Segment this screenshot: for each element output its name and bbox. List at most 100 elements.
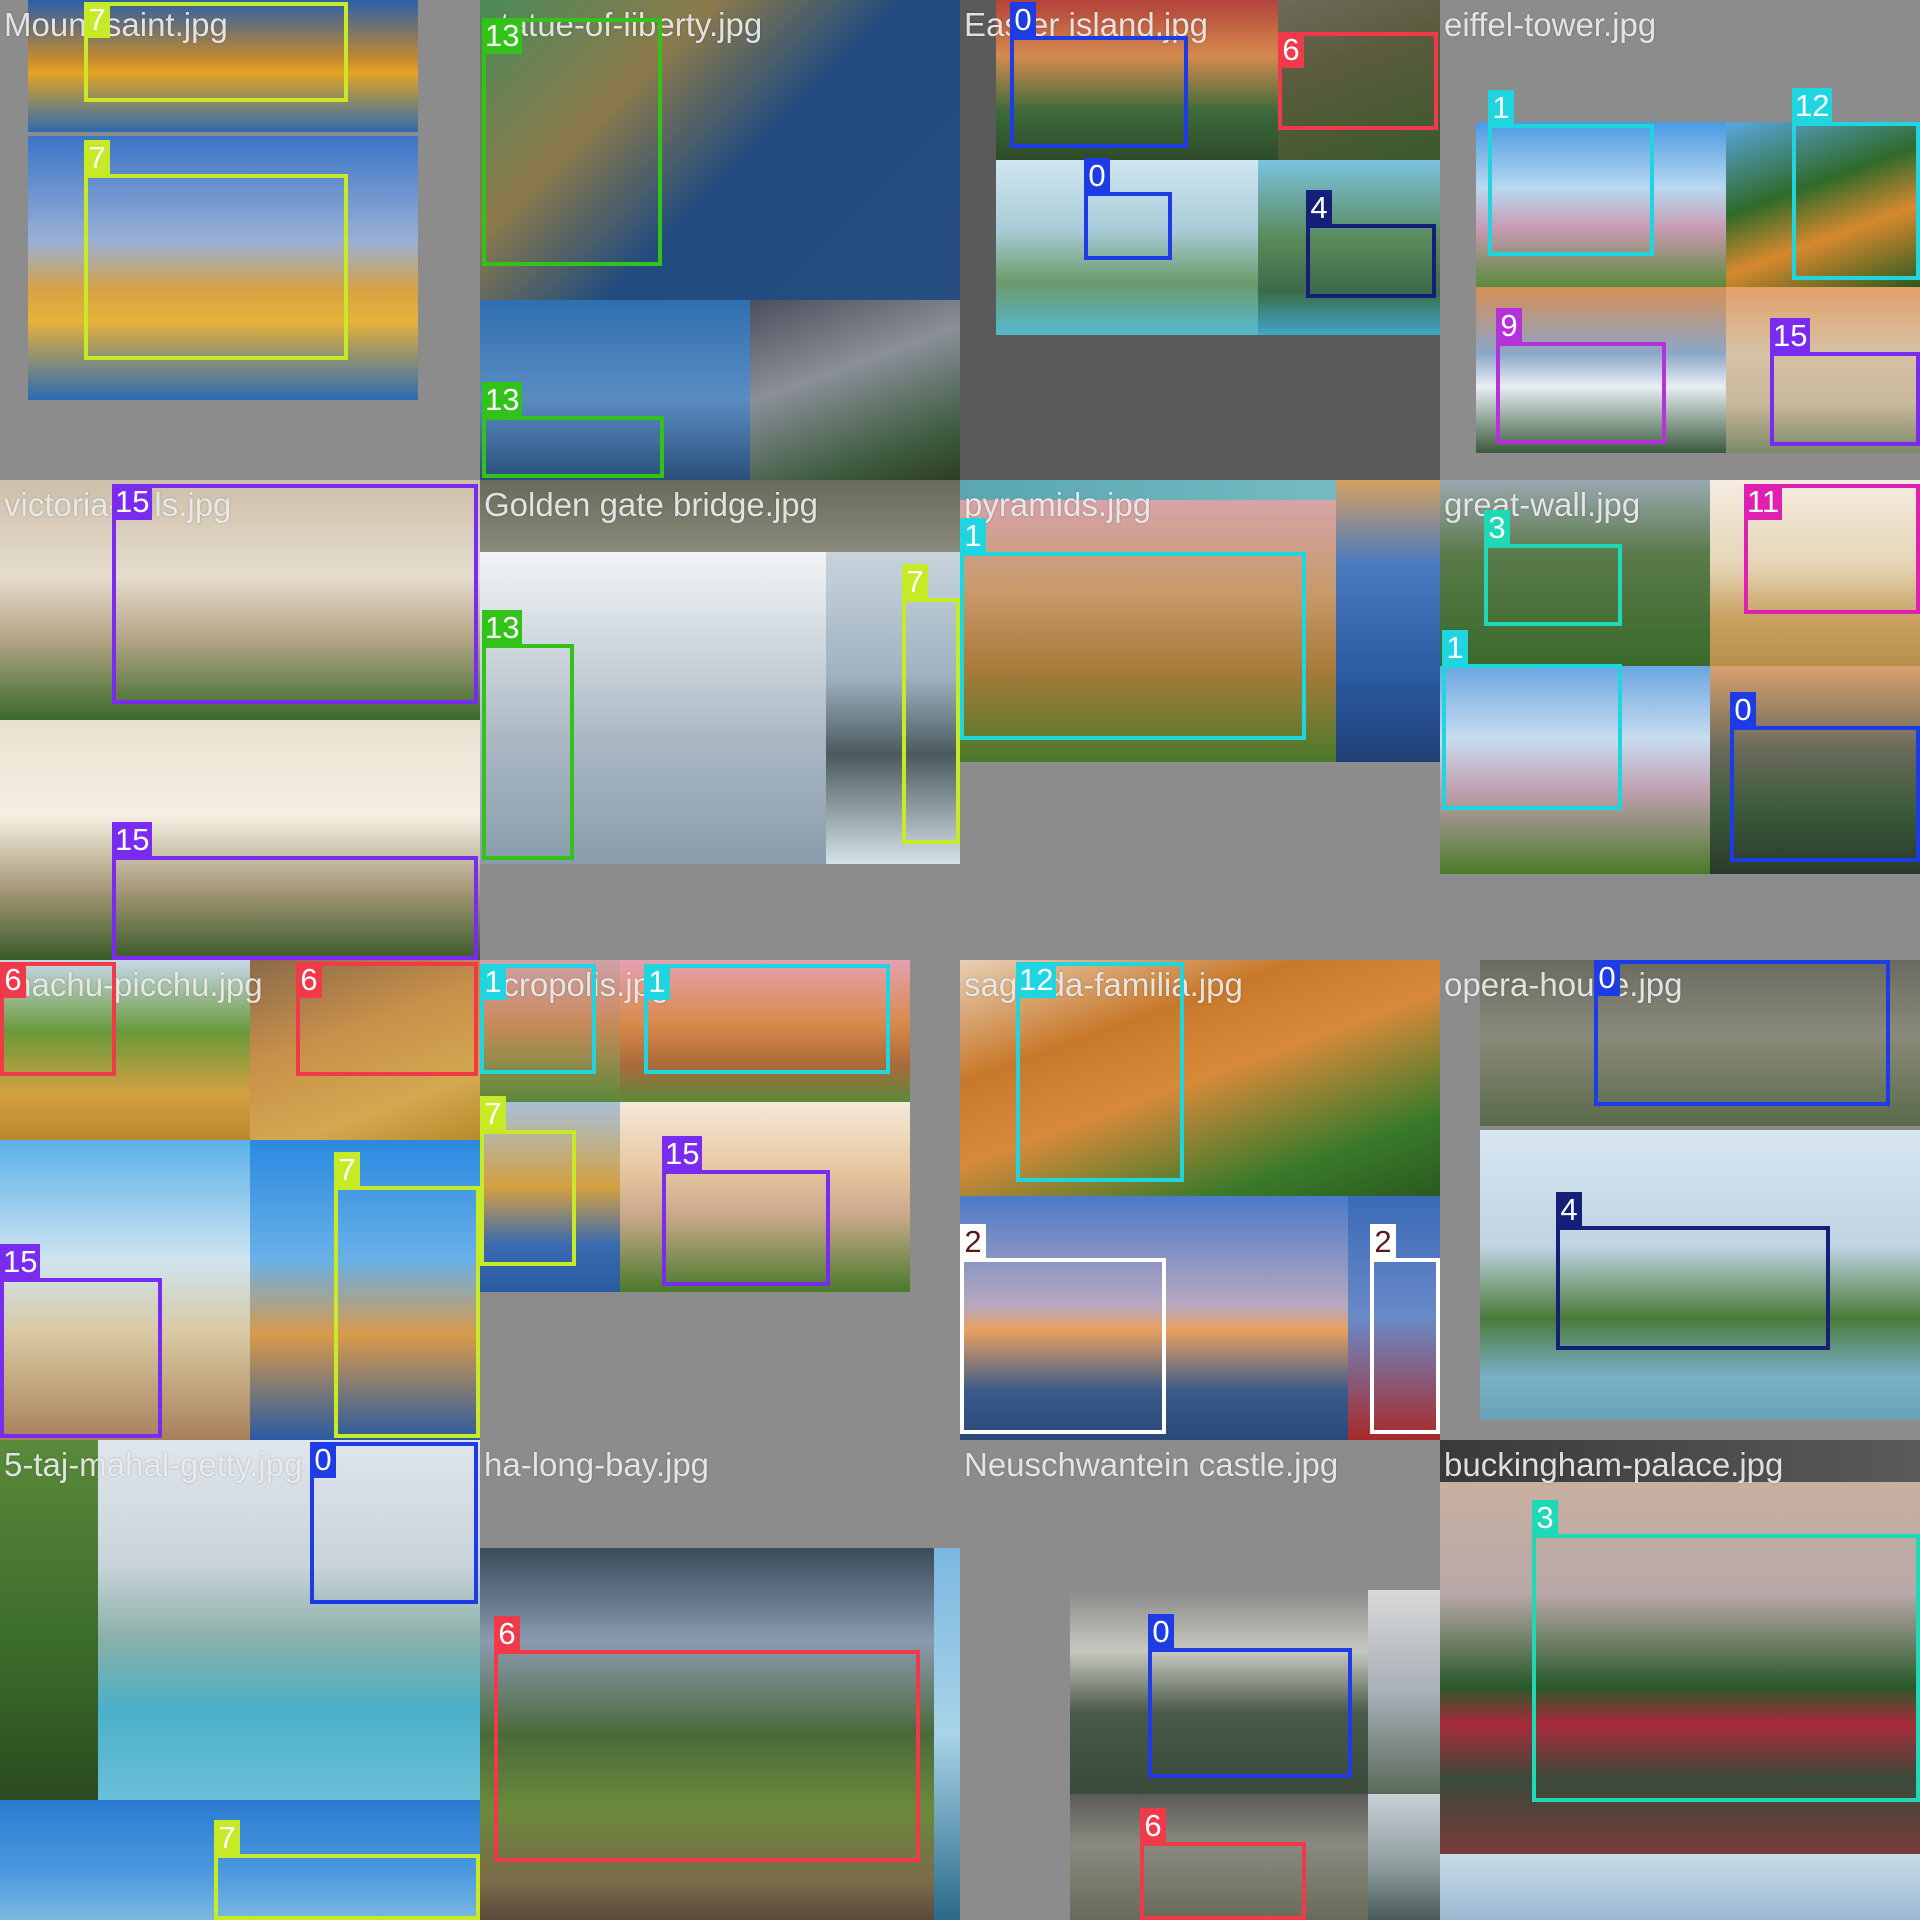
class-id-tag: 6 <box>296 962 322 998</box>
bounding-box: 6 <box>296 962 478 1076</box>
class-id-tag: 6 <box>0 962 26 998</box>
class-id-tag: 13 <box>482 18 523 54</box>
mosaic-tile: statue-of-liberty.jpg 13 13 <box>480 0 960 480</box>
class-id-tag: 3 <box>1532 1500 1558 1536</box>
bounding-box: 6 <box>1140 1808 1306 1920</box>
bounding-box: 2 <box>960 1224 1166 1434</box>
class-id-tag: 1 <box>960 518 986 554</box>
bounding-box: 6 <box>494 1616 920 1862</box>
bounding-box: 15 <box>1770 318 1920 446</box>
class-id-tag: 3 <box>1484 510 1510 546</box>
class-id-tag: 0 <box>1730 692 1756 728</box>
class-id-tag: 7 <box>480 1096 506 1132</box>
bounding-box: 15 <box>662 1136 830 1286</box>
class-id-tag: 0 <box>1594 960 1620 996</box>
class-id-tag: 15 <box>112 822 153 858</box>
bounding-box: 6 <box>0 962 116 1076</box>
class-id-tag: 4 <box>1306 190 1332 226</box>
class-id-tag: 7 <box>84 2 110 38</box>
bounding-box: 3 <box>1532 1500 1920 1802</box>
mosaic-tile: pyramids.jpg 1 <box>960 480 1440 960</box>
bounding-box: 7 <box>214 1820 480 1920</box>
bounding-box: 15 <box>112 484 478 704</box>
mosaic-tile: machu-picchu.jpg 6 6 7 15 <box>0 960 480 1440</box>
mosaic-tile: buckingham-palace.jpg 3 <box>1440 1440 1920 1920</box>
bounding-box: 4 <box>1306 190 1436 298</box>
class-id-tag: 15 <box>1770 318 1811 354</box>
bounding-box: 1 <box>960 518 1306 740</box>
class-id-tag: 12 <box>1016 962 1057 998</box>
mosaic-tile: eiffel-tower.jpg 1 12 9 15 <box>1440 0 1920 480</box>
class-id-tag: 0 <box>1010 2 1036 38</box>
bounding-box: 3 <box>1484 510 1622 626</box>
class-id-tag: 6 <box>494 1616 520 1652</box>
bounding-box: 7 <box>902 564 960 844</box>
tile-filename-label: pyramids.jpg <box>964 486 1152 523</box>
class-id-tag: 7 <box>84 140 110 176</box>
bounding-box: 15 <box>112 822 478 960</box>
tile-filename-label: buckingham-palace.jpg <box>1444 1446 1784 1483</box>
class-id-tag: 6 <box>1140 1808 1166 1844</box>
mosaic-tile: victoria-falls.jpg1515 <box>0 480 480 960</box>
mosaic-tile: opera-house.jpg 0 4 <box>1440 960 1920 1440</box>
class-id-tag: 15 <box>112 484 153 520</box>
mosaic-tile: ha-long-bay.jpg 6 <box>480 1440 960 1920</box>
bounding-box: 0 <box>1148 1614 1352 1778</box>
bounding-box: 12 <box>1016 962 1184 1182</box>
photo-fragment <box>1368 1590 1440 1794</box>
class-id-tag: 9 <box>1496 308 1522 344</box>
bounding-box: 13 <box>482 382 664 478</box>
photo-fragment <box>1440 1854 1920 1920</box>
mosaic-tile: great-wall.jpg 11 3 1 0 <box>1440 480 1920 960</box>
class-id-tag: 1 <box>480 964 506 1000</box>
bounding-box: 7 <box>480 1096 576 1266</box>
photo-fragment <box>0 1440 98 1800</box>
class-id-tag: 15 <box>0 1244 41 1280</box>
bounding-box: 1 <box>1488 90 1654 256</box>
class-id-tag: 7 <box>334 1152 360 1188</box>
bounding-box: 0 <box>1730 692 1920 862</box>
bounding-box: 1 <box>1442 630 1622 810</box>
class-id-tag: 13 <box>482 382 523 418</box>
tile-filename-label: Neuschwantein castle.jpg <box>964 1446 1339 1483</box>
bounding-box: 4 <box>1556 1192 1830 1350</box>
class-id-tag: 15 <box>662 1136 703 1172</box>
class-id-tag: 0 <box>1148 1614 1174 1650</box>
class-id-tag: 7 <box>902 564 928 600</box>
class-id-tag: 13 <box>482 610 523 646</box>
mosaic-tile: Neuschwantein castle.jpg 0 6 <box>960 1440 1440 1920</box>
bounding-box: 0 <box>1084 158 1172 260</box>
class-id-tag: 0 <box>310 1442 336 1478</box>
bounding-box: 7 <box>84 140 348 360</box>
class-id-tag: 4 <box>1556 1192 1582 1228</box>
mosaic-tile: sagrada-familia.jpg 12 2 2 <box>960 960 1440 1440</box>
tile-filename-label: eiffel-tower.jpg <box>1444 6 1657 43</box>
bounding-box: 12 <box>1792 88 1920 280</box>
mosaic-tile: Golden gate bridge.jpg 13 7 <box>480 480 960 960</box>
mosaic-tile: acropolis.jpg 1 1 7 15 <box>480 960 960 1440</box>
mosaic-tile: Easter island.jpg 0 6 0 4 <box>960 0 1440 480</box>
photo-fragment <box>1336 480 1440 762</box>
tile-filename-label: ha-long-bay.jpg <box>484 1446 710 1483</box>
bounding-box: 0 <box>1594 960 1890 1106</box>
class-id-tag: 6 <box>1278 32 1304 68</box>
bounding-box: 13 <box>482 610 574 860</box>
mosaic-tile: Mount saint.jpg 7 7 <box>0 0 480 480</box>
photo-fragment <box>1368 1794 1440 1920</box>
tile-filename-label: 5-taj-mahal-getty.jpg <box>4 1446 303 1483</box>
mosaic-grid: Mount saint.jpg 7 7 statue-of-liberty.jpg 13… <box>0 0 1920 1920</box>
class-id-tag: 11 <box>1744 484 1783 520</box>
bounding-box: 1 <box>480 964 596 1074</box>
class-id-tag: 7 <box>214 1820 240 1856</box>
bounding-box: 15 <box>0 1244 162 1438</box>
bounding-box: 0 <box>1010 2 1188 148</box>
bounding-box: 2 <box>1370 1224 1440 1434</box>
bounding-box: 11 <box>1744 484 1920 614</box>
bounding-box: 6 <box>1278 32 1438 130</box>
bounding-box: 7 <box>334 1152 480 1438</box>
class-id-tag: 2 <box>1370 1224 1396 1260</box>
class-id-tag: 12 <box>1792 88 1833 124</box>
class-id-tag: 1 <box>1442 630 1468 666</box>
class-id-tag: 1 <box>644 964 670 1000</box>
tile-filename-label: great-wall.jpg <box>1444 486 1641 523</box>
